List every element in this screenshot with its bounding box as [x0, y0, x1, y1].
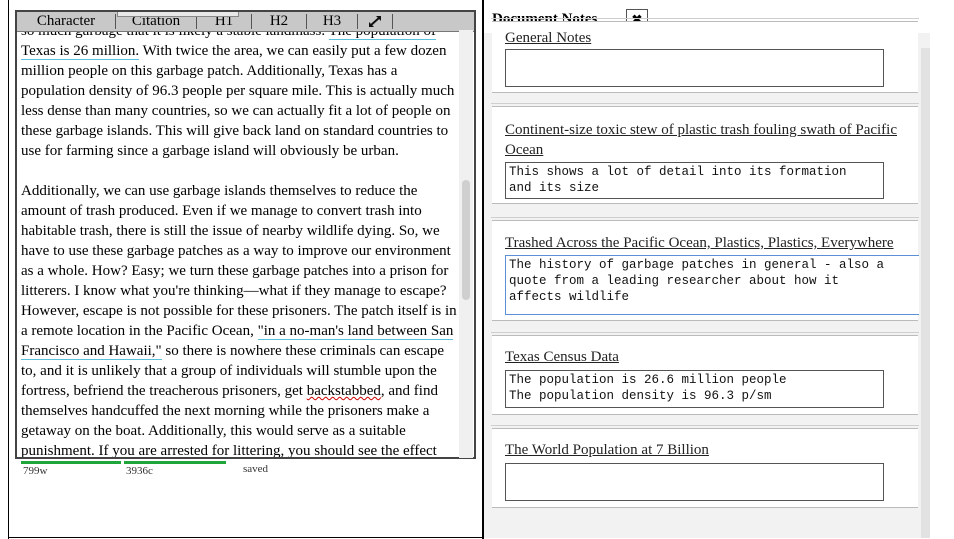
expand-arrows-icon[interactable] [358, 14, 392, 29]
note-textarea-focused[interactable]: The history of garbage patches in genera… [505, 255, 919, 315]
word-progress-bar [21, 461, 121, 464]
paragraph[interactable]: so much garbage that it is likely a stab… [21, 21, 459, 161]
spelling-error[interactable]: backstabbed [307, 383, 381, 399]
character-button[interactable]: Character [17, 13, 115, 30]
editor-scrollbar[interactable] [459, 30, 473, 458]
note-title-link[interactable]: General Notes [505, 28, 591, 48]
scrollbar-thumb[interactable] [462, 180, 470, 300]
document-editor[interactable]: so much garbage that it is likely a stab… [15, 10, 476, 459]
note-card: Trashed Across the Pacific Ocean, Plasti… [491, 217, 919, 321]
format-toolbar: Character Citation H1 H2 H3 [17, 12, 474, 32]
note-textarea[interactable] [505, 463, 884, 501]
save-status: saved [243, 463, 269, 475]
note-card: Texas Census Data The population is 26.6… [491, 332, 919, 415]
h2-button[interactable]: H2 [252, 13, 306, 30]
word-count: 799w [23, 465, 48, 477]
toolbar-tab-handle [117, 12, 239, 17]
note-textarea[interactable]: The population is 26.6 million people Th… [505, 370, 884, 408]
character-count: 3936c [126, 465, 153, 477]
toolbar-divider [392, 14, 393, 29]
note-title-link[interactable]: Continent-size toxic stew of plastic tra… [505, 120, 905, 160]
note-title-link[interactable]: Trashed Across the Pacific Ocean, Plasti… [505, 233, 894, 253]
document-notes-panel: Document Notes ✖ General Notes Continent… [484, 0, 930, 538]
paragraph[interactable]: Additionally, we can use garbage islands… [21, 181, 459, 457]
note-card: General Notes [491, 18, 919, 93]
note-textarea[interactable] [505, 49, 884, 87]
note-title-link[interactable]: Texas Census Data [505, 347, 619, 367]
character-progress-bar [124, 461, 226, 464]
note-textarea[interactable]: This shows a lot of detail into its form… [505, 162, 884, 199]
document-text[interactable]: so much garbage that it is likely a stab… [21, 21, 459, 457]
note-card: Continent-size toxic stew of plastic tra… [491, 103, 919, 204]
note-card: The World Population at 7 Billion [491, 425, 919, 508]
note-title-link[interactable]: The World Population at 7 Billion [505, 440, 709, 460]
citation-link[interactable]: punishment. If you are arrested for litt… [21, 443, 285, 457]
notes-scrollbar[interactable] [921, 48, 930, 538]
h3-button[interactable]: H3 [307, 13, 357, 30]
